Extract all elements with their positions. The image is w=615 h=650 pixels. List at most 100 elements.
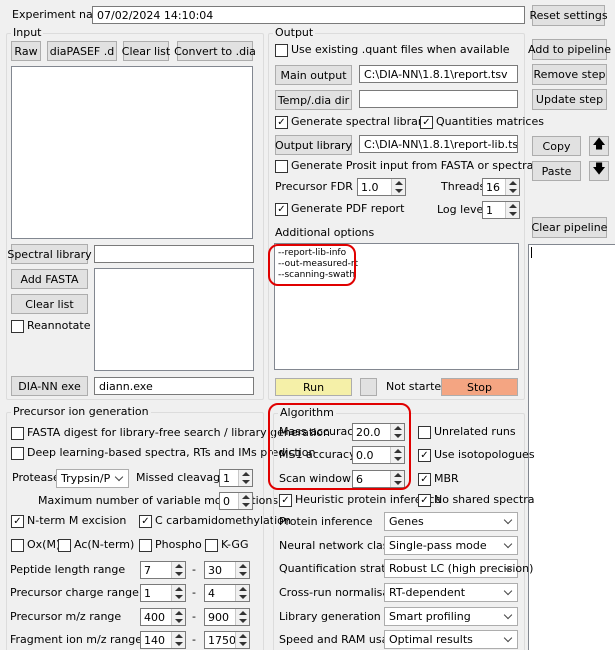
fasta-digest-checkbox[interactable] <box>11 427 24 440</box>
speed-ram-select[interactable]: Optimal results <box>384 630 518 649</box>
speed-ram-value: Optimal results <box>389 633 473 646</box>
generate-library-label: Generate spectral library <box>291 115 429 128</box>
normalisation-select[interactable]: RT-dependent <box>384 583 518 602</box>
add-fasta-button[interactable]: Add FASTA <box>11 269 88 289</box>
missed-cleavages-spinner[interactable]: 1 <box>219 469 253 487</box>
fdr-value: 1.0 <box>361 181 379 194</box>
threads-spinner[interactable]: 16 <box>482 178 520 196</box>
chevron-down-icon <box>503 586 513 596</box>
precursor-charge-min-spinner[interactable]: 1 <box>140 584 186 602</box>
clear-list-button[interactable]: Clear list <box>122 41 170 61</box>
output-library-input[interactable]: C:\DIA-NN\1.8.1\report-lib.tsv <box>359 135 518 153</box>
isotopologues-label: Use isotopologues <box>434 448 535 461</box>
remove-step-button[interactable]: Remove step <box>532 64 607 85</box>
fragment-mz-min-spinner[interactable]: 140 <box>140 631 186 649</box>
spectral-library-button[interactable]: Spectral library <box>7 244 92 264</box>
fdr-spinner[interactable]: 1.0 <box>357 178 406 196</box>
max-var-mods-spinner[interactable]: 0 <box>219 492 253 510</box>
peptide-length-max-spinner[interactable]: 30 <box>204 561 250 579</box>
no-shared-spectra-checkbox[interactable]: ✓ <box>418 494 431 507</box>
missed-cleavages-value: 1 <box>223 472 230 485</box>
nterm-excision-checkbox[interactable]: ✓ <box>11 515 24 528</box>
ac-nterm-label: Ac(N-term) <box>74 538 135 551</box>
experiment-name-input[interactable]: 07/02/2024 14:10:04 <box>92 6 525 24</box>
phospho-checkbox[interactable] <box>139 539 152 552</box>
mbr-checkbox[interactable]: ✓ <box>418 473 431 486</box>
quant-strategy-value: Robust LC (high precision) <box>389 562 534 575</box>
fasta-list[interactable] <box>94 268 254 371</box>
algorithm-highlight <box>268 403 411 490</box>
main-output-button[interactable]: Main output <box>275 65 352 85</box>
diann-exe-button[interactable]: DIA-NN exe <box>11 376 88 396</box>
peptide-length-label: Peptide length range <box>10 563 126 576</box>
chevron-down-icon <box>503 515 513 525</box>
diapasef-button[interactable]: diaPASEF .d <box>47 41 117 61</box>
kgg-checkbox[interactable] <box>205 539 218 552</box>
run-status-label: Not started <box>386 380 449 393</box>
range-dash: - <box>192 563 196 576</box>
protein-inference-label: Protein inference <box>279 515 373 528</box>
copy-button[interactable]: Copy <box>532 136 581 156</box>
pdf-report-label: Generate PDF report <box>291 202 405 215</box>
deep-learning-checkbox[interactable] <box>11 447 24 460</box>
clear-pipeline-button[interactable]: Clear pipeline <box>532 217 607 238</box>
precursor-mz-label: Precursor m/z range <box>10 610 122 623</box>
ox-m-checkbox[interactable] <box>11 539 24 552</box>
range-dash: - <box>192 633 196 646</box>
move-down-icon[interactable]: 🡇 <box>589 161 609 181</box>
chevron-down-icon <box>503 539 513 549</box>
run-button[interactable]: Run <box>275 378 352 396</box>
ac-nterm-checkbox[interactable] <box>58 539 71 552</box>
quantities-matrices-checkbox[interactable]: ✓ <box>420 116 433 129</box>
status-indicator <box>360 378 377 396</box>
reannotate-checkbox[interactable] <box>11 320 24 333</box>
convert-to-dia-button[interactable]: Convert to .dia <box>174 41 256 61</box>
unrelated-runs-checkbox[interactable] <box>418 426 431 439</box>
raw-button[interactable]: Raw <box>11 41 41 61</box>
generate-library-checkbox[interactable]: ✓ <box>275 116 288 129</box>
log-pane[interactable] <box>528 244 615 650</box>
precursor-mz-max: 900 <box>208 611 229 624</box>
log-level-spinner[interactable]: 1 <box>482 201 520 219</box>
library-generation-select[interactable]: Smart profiling <box>384 607 518 626</box>
protein-inference-value: Genes <box>389 515 424 528</box>
reset-settings-button[interactable]: Reset settings <box>529 5 608 26</box>
normalisation-value: RT-dependent <box>389 586 466 599</box>
use-existing-checkbox[interactable] <box>275 44 288 57</box>
protease-select[interactable]: Trypsin/P <box>56 469 129 488</box>
add-to-pipeline-button[interactable]: Add to pipeline <box>528 39 611 60</box>
precursor-mz-min-spinner[interactable]: 400 <box>140 608 186 626</box>
temp-dir-button[interactable]: Temp/.dia dir <box>275 90 352 110</box>
raw-files-list[interactable] <box>11 66 253 239</box>
quant-strategy-select[interactable]: Robust LC (high precision) <box>384 559 533 578</box>
range-dash: - <box>192 586 196 599</box>
clear-fasta-button[interactable]: Clear list <box>11 294 88 314</box>
precursor-charge-max-spinner[interactable]: 4 <box>204 584 250 602</box>
move-up-icon[interactable]: 🡅 <box>589 136 609 156</box>
paste-button[interactable]: Paste <box>532 161 581 181</box>
fragment-mz-min: 140 <box>144 634 165 647</box>
precursor-mz-max-spinner[interactable]: 900 <box>204 608 250 626</box>
fragment-mz-max-spinner[interactable]: 1750 <box>204 631 250 649</box>
quantities-matrices-label: Quantities matrices <box>436 115 544 128</box>
output-library-button[interactable]: Output library <box>275 135 352 155</box>
main-output-input[interactable]: C:\DIA-NN\1.8.1\report.tsv <box>359 65 518 83</box>
no-shared-spectra-label: No shared spectra <box>434 493 535 506</box>
threads-label: Threads <box>441 180 486 193</box>
diann-exe-input[interactable]: diann.exe <box>94 377 254 395</box>
precursor-mz-min: 400 <box>144 611 165 624</box>
peptide-length-min-spinner[interactable]: 7 <box>140 561 186 579</box>
update-step-button[interactable]: Update step <box>532 89 607 110</box>
c-carbamidomethylation-checkbox[interactable]: ✓ <box>139 515 152 528</box>
threads-value: 16 <box>486 181 500 194</box>
stop-button[interactable]: Stop <box>441 378 518 396</box>
nn-classifier-select[interactable]: Single-pass mode <box>384 536 518 555</box>
prosit-checkbox[interactable] <box>275 160 288 173</box>
spectral-library-input[interactable] <box>94 245 254 263</box>
pdf-report-checkbox[interactable]: ✓ <box>275 203 288 216</box>
protein-inference-select[interactable]: Genes <box>384 512 518 531</box>
isotopologues-checkbox[interactable]: ✓ <box>418 449 431 462</box>
precursor-charge-max: 4 <box>208 587 215 600</box>
temp-dir-input[interactable] <box>359 90 518 108</box>
heuristic-inference-checkbox[interactable]: ✓ <box>279 494 292 507</box>
